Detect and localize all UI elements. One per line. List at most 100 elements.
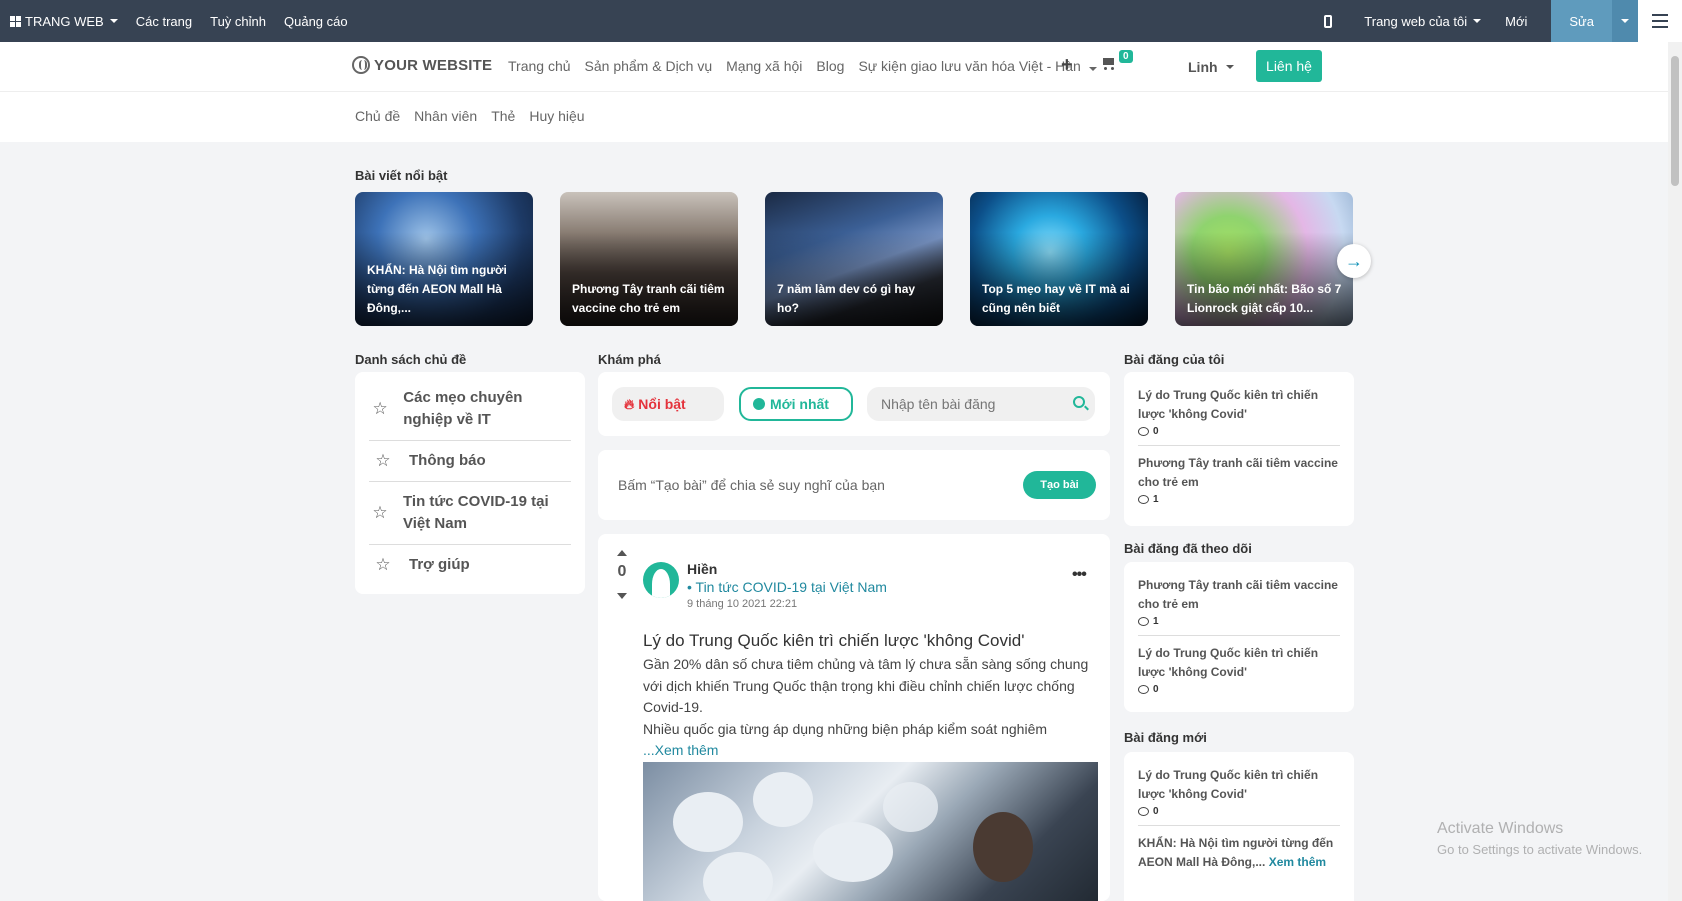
post-link[interactable]: Phương Tây tranh cãi tiêm vaccine cho tr… — [1138, 576, 1340, 614]
customize-menu[interactable]: Tuỳ chỉnh — [210, 14, 266, 29]
list-item[interactable]: Phương Tây tranh cãi tiêm vaccine cho tr… — [1138, 568, 1340, 636]
edit-button[interactable]: Sửa — [1551, 0, 1612, 42]
post-body-paragraph: Gần 20% dân số chưa tiêm chủng và tâm lý… — [643, 656, 1089, 715]
site-logo[interactable]: YOUR WEBSITE — [352, 56, 492, 74]
featured-card[interactable]: KHẨN: Hà Nội tìm người từng đến AEON Mal… — [355, 192, 533, 326]
nav-products[interactable]: Sản phẩm & Dịch vụ — [585, 58, 713, 74]
ads-menu[interactable]: Quảng cáo — [284, 14, 348, 29]
filter-hot-button[interactable]: 🔥︎ Nổi bật — [612, 387, 724, 421]
topic-label: Tin tức COVID-19 tại Việt Nam — [403, 493, 549, 532]
vote-widget: 0 — [612, 550, 632, 599]
my-posts-panel: Lý do Trung Quốc kiên trì chiến lược 'kh… — [1124, 372, 1354, 526]
apps-menu[interactable]: TRANG WEB — [10, 14, 118, 29]
followed-posts-title: Bài đăng đã theo dõi — [1124, 541, 1252, 556]
subnav-staff[interactable]: Nhân viên — [414, 108, 477, 124]
topic-item[interactable]: ☆ Trợ giúp — [369, 545, 571, 585]
topic-label: Trợ giúp — [409, 556, 470, 573]
create-post-button[interactable]: Tạo bài — [1023, 471, 1096, 499]
activation-watermark-title: Activate Windows — [1437, 820, 1564, 837]
subnav-topics[interactable]: Chủ đề — [355, 108, 400, 124]
featured-card[interactable]: Top 5 mẹo hay về IT mà ai cũng nên biết — [970, 192, 1148, 326]
post-search-input[interactable] — [881, 396, 1071, 412]
globe-icon — [352, 56, 370, 74]
admin-bar: TRANG WEB Các trang Tuỳ chỉnh Quảng cáo … — [0, 0, 1682, 42]
post-link[interactable]: Phương Tây tranh cãi tiêm vaccine cho tr… — [1138, 454, 1340, 492]
subnav-tags[interactable]: Thẻ — [491, 108, 515, 124]
cart-count-badge: 0 — [1119, 50, 1133, 63]
featured-card[interactable]: Tin bão mới nhất: Bão số 7 Lionrock giật… — [1175, 192, 1353, 326]
comment-icon — [1138, 617, 1149, 626]
reply-count: 0 — [1138, 684, 1340, 695]
post-author[interactable]: Hiền — [687, 561, 717, 577]
more-options-icon[interactable]: ••• — [1072, 566, 1087, 584]
list-item[interactable]: Lý do Trung Quốc kiên trì chiến lược 'kh… — [1138, 758, 1340, 826]
edit-dropdown-button[interactable] — [1612, 0, 1638, 42]
topic-item[interactable]: ☆ Các mẹo chuyên nghiệp về IT — [369, 378, 571, 441]
post-link[interactable]: Lý do Trung Quốc kiên trì chiến lược 'kh… — [1138, 766, 1340, 804]
topics-title: Danh sách chủ đề — [355, 352, 467, 367]
read-more-link[interactable]: ...Xem thêm — [643, 740, 1103, 762]
list-item[interactable]: Lý do Trung Quốc kiên trì chiến lược 'kh… — [1138, 636, 1340, 703]
star-icon[interactable]: ☆ — [369, 451, 397, 471]
topic-label: Các mẹo chuyên nghiệp về IT — [403, 389, 523, 428]
create-post-prompt[interactable]: Bấm “Tạo bài” để chia sẻ suy nghĩ của bạ… — [618, 477, 885, 493]
comment-icon — [1138, 685, 1149, 694]
post-link[interactable]: Lý do Trung Quốc kiên trì chiến lược 'kh… — [1138, 386, 1340, 424]
reply-count: 0 — [1138, 806, 1340, 817]
logo-text: YOUR WEBSITE — [374, 56, 493, 74]
mobile-preview-icon[interactable] — [1324, 14, 1333, 28]
comment-icon — [1138, 807, 1149, 816]
subnav-badges[interactable]: Huy hiệu — [529, 108, 584, 124]
reply-count: 0 — [1138, 426, 1340, 437]
upvote-icon[interactable] — [617, 550, 627, 556]
vote-count: 0 — [617, 563, 627, 580]
see-more-link[interactable]: Xem thêm — [1269, 855, 1326, 869]
filter-newest-button[interactable]: Mới nhất — [739, 387, 853, 421]
my-website-menu[interactable]: Trang web của tôi — [1364, 14, 1482, 29]
add-menu-icon[interactable]: + — [1061, 54, 1073, 77]
featured-card-title: Phương Tây tranh cãi tiêm vaccine cho tr… — [572, 282, 725, 315]
search-icon[interactable] — [1073, 396, 1085, 408]
pages-menu[interactable]: Các trang — [136, 14, 192, 29]
comment-icon — [1138, 495, 1149, 504]
chevron-down-icon — [1225, 65, 1234, 69]
site-header: YOUR WEBSITE Trang chủ Sản phẩm & Dịch v… — [0, 42, 1668, 92]
hamburger-menu-icon[interactable] — [1638, 0, 1682, 42]
list-item[interactable]: Phương Tây tranh cãi tiêm vaccine cho tr… — [1138, 446, 1340, 513]
list-item[interactable]: KHẨN: Hà Nội tìm người từng đến AEON Mal… — [1138, 826, 1340, 880]
nav-home[interactable]: Trang chủ — [508, 58, 571, 74]
featured-card[interactable]: Phương Tây tranh cãi tiêm vaccine cho tr… — [560, 192, 738, 326]
star-icon[interactable]: ☆ — [369, 399, 391, 419]
featured-card-title: Tin bão mới nhất: Bão số 7 Lionrock giật… — [1187, 282, 1342, 315]
reply-count: 1 — [1138, 494, 1340, 505]
featured-card[interactable]: 7 năm làm dev có gì hay ho? — [765, 192, 943, 326]
scrollbar-thumb[interactable] — [1671, 56, 1679, 186]
nav-social[interactable]: Mạng xã hội — [726, 58, 802, 74]
avatar[interactable] — [643, 562, 679, 598]
list-item[interactable]: Lý do Trung Quốc kiên trì chiến lược 'kh… — [1138, 378, 1340, 446]
chevron-down-icon — [1088, 67, 1097, 71]
post-image[interactable] — [643, 762, 1098, 901]
topic-item[interactable]: ☆ Tin tức COVID-19 tại Việt Nam — [369, 482, 571, 545]
downvote-icon[interactable] — [617, 593, 627, 599]
post-card: 0 Hiền • Tin tức COVID-19 tại Việt Nam 9… — [598, 534, 1110, 901]
user-menu[interactable]: Linh — [1188, 59, 1234, 75]
page-scrollbar[interactable] — [1668, 42, 1682, 901]
star-icon[interactable]: ☆ — [369, 555, 397, 575]
star-icon[interactable]: ☆ — [369, 503, 391, 523]
contact-button[interactable]: Liên hệ — [1256, 50, 1322, 82]
carousel-next-arrow-icon[interactable]: → — [1337, 244, 1371, 278]
cart-link[interactable]: 0 — [1101, 50, 1133, 70]
topic-item[interactable]: ☆ Thông báo — [369, 441, 571, 482]
followed-posts-panel: Phương Tây tranh cãi tiêm vaccine cho tr… — [1124, 562, 1354, 712]
my-posts-title: Bài đăng của tôi — [1124, 352, 1225, 367]
create-post-box: Bấm “Tạo bài” để chia sẻ suy nghĩ của bạ… — [598, 450, 1110, 520]
nav-blog[interactable]: Blog — [816, 58, 844, 74]
post-topic-link[interactable]: • Tin tức COVID-19 tại Việt Nam — [687, 579, 887, 595]
filter-hot-label: Nổi bật — [638, 396, 686, 412]
new-button[interactable]: Mới — [1505, 14, 1527, 29]
post-link[interactable]: Lý do Trung Quốc kiên trì chiến lược 'kh… — [1138, 644, 1340, 682]
reply-count-value: 1 — [1153, 616, 1159, 627]
post-title[interactable]: Lý do Trung Quốc kiên trì chiến lược 'kh… — [643, 631, 1025, 651]
explore-bar: 🔥︎ Nổi bật Mới nhất — [598, 372, 1110, 436]
